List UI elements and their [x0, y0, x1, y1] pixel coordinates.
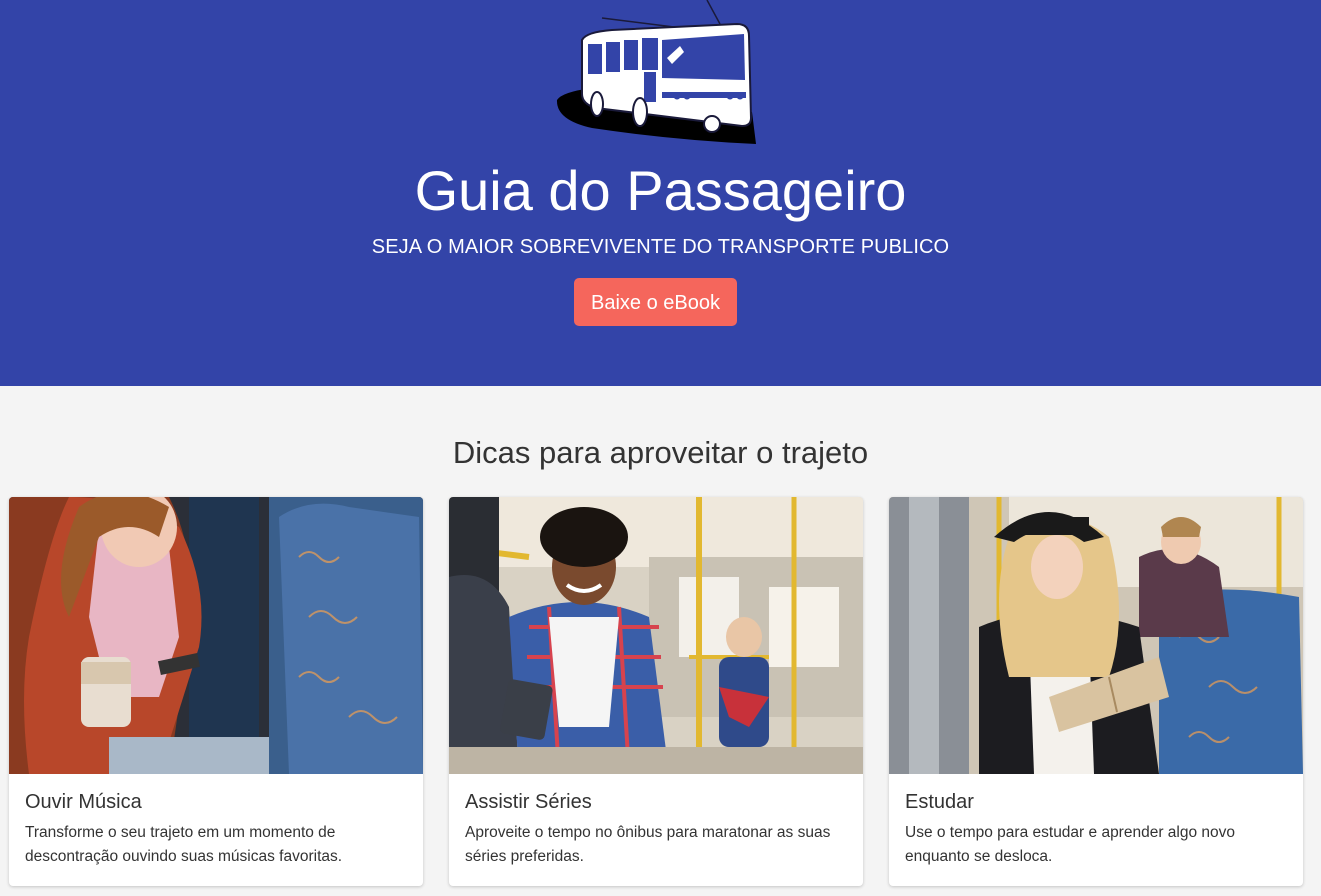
card-title: Estudar [905, 791, 974, 813]
tip-card-study: Estudar Use o tempo para estudar e apren… [889, 497, 1303, 886]
woman-reading-book-photo [889, 497, 1303, 774]
card-text: Use o tempo para estudar e aprender algo… [905, 824, 1236, 865]
card-title: Ouvir Música [25, 791, 142, 813]
hero-banner: Guia do Passageiro SEJA O MAIOR SOBREVIV… [0, 0, 1321, 386]
tips-heading: Dicas para aproveitar o trajeto [452, 435, 869, 470]
woman-with-headphones-and-coffee-photo [9, 497, 423, 774]
page-title: Guia do Passageiro [414, 159, 907, 222]
download-ebook-button[interactable]: Baixe o eBook [574, 278, 737, 326]
card-text: Aproveite o tempo no ônibus para maraton… [465, 824, 831, 865]
bus-icon [556, 0, 756, 144]
tip-card-series: Assistir Séries Aproveite o tempo no ôni… [449, 497, 863, 886]
tip-card-music: Ouvir Música Transforme o seu trajeto em… [9, 497, 423, 886]
hero-subtitle: SEJA O MAIOR SOBREVIVENTE DO TRANSPORTE … [371, 236, 950, 258]
card-text: Transforme o seu trajeto em um momento d… [25, 824, 343, 865]
man-smiling-with-tablet-photo [449, 497, 863, 774]
card-title: Assistir Séries [465, 791, 592, 813]
